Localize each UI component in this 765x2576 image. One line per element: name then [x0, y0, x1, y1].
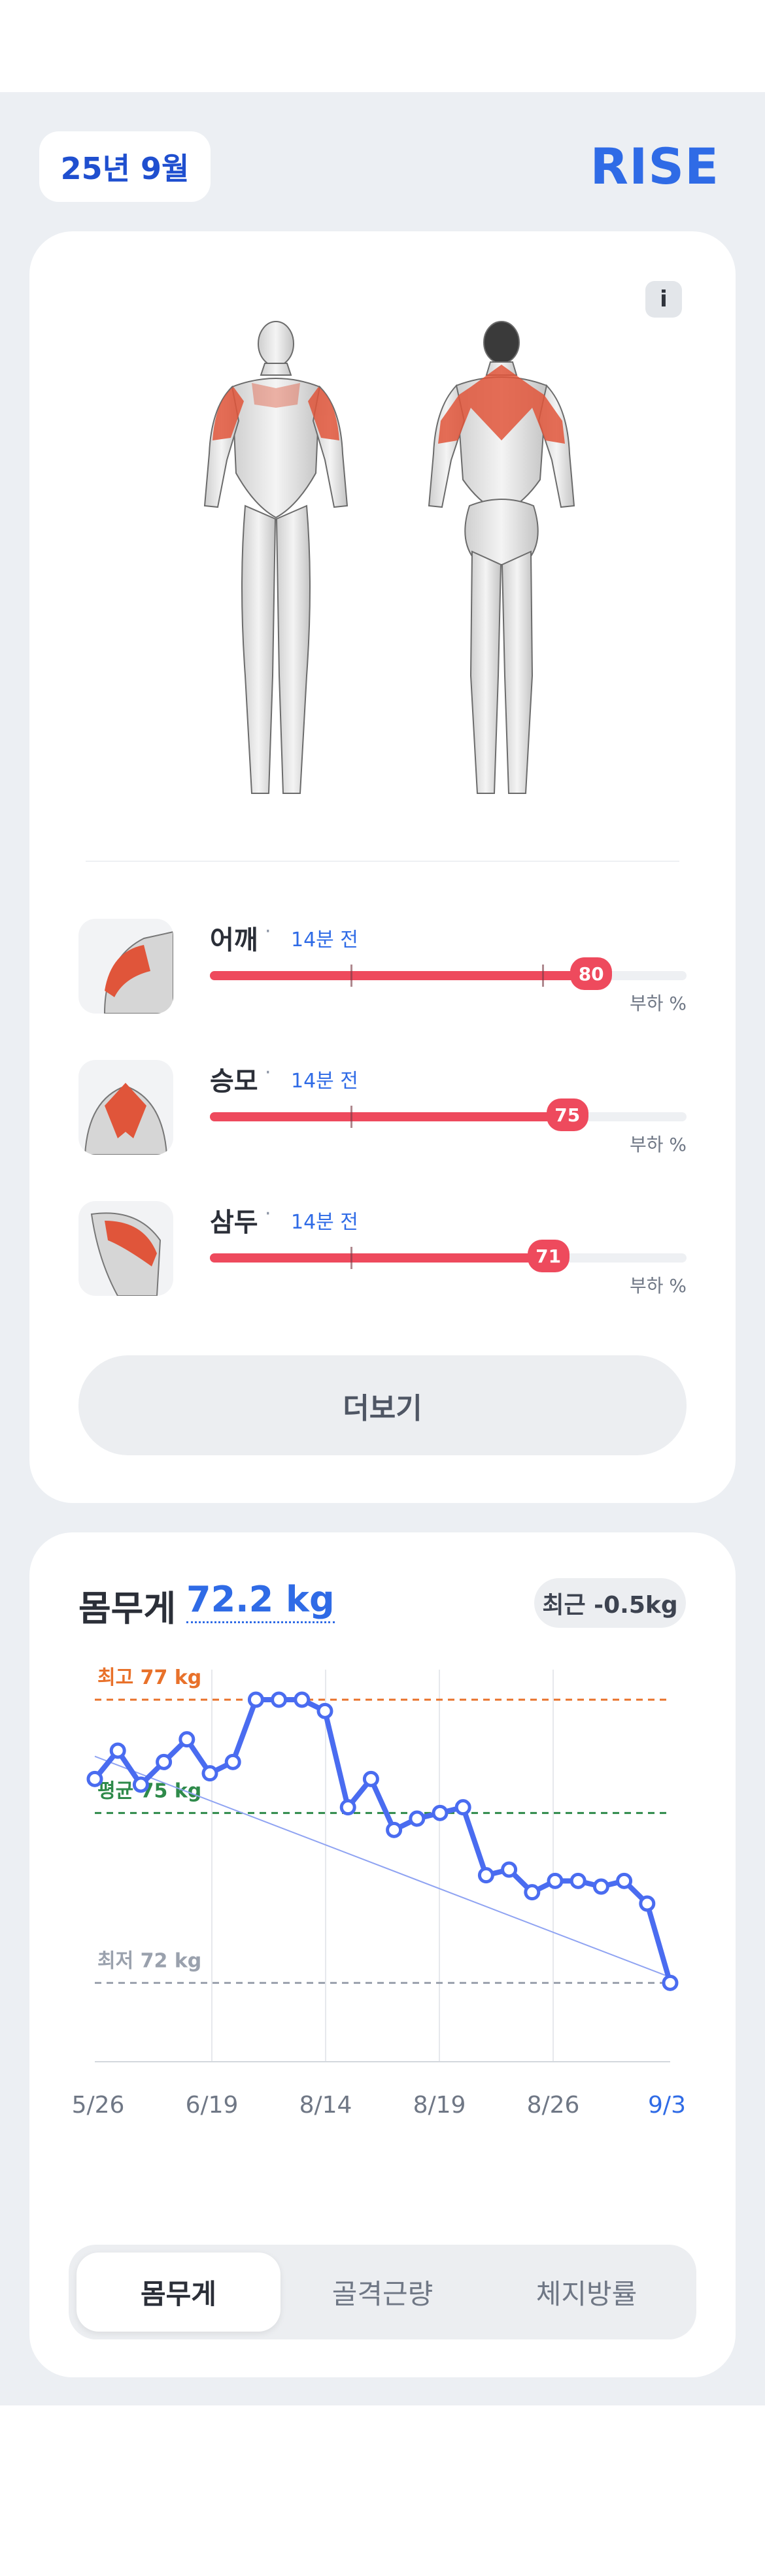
- bar-tick: [542, 965, 544, 987]
- reference-label: 최고 77 kg: [97, 1666, 201, 1689]
- data-point: [547, 1872, 564, 1889]
- bar-tick: [350, 965, 352, 987]
- muscle-row-shoulder[interactable]: 어깨 · 14분 전 80 부하 %: [78, 919, 687, 1017]
- load-unit: 부하 %: [629, 1275, 687, 1296]
- bar-tick: [350, 1247, 352, 1269]
- muscle-name: 어깨: [210, 925, 258, 955]
- data-point: [109, 1742, 126, 1759]
- data-point: [477, 1867, 494, 1884]
- load-bar: 80: [210, 957, 687, 990]
- tab-label: 체지방률: [536, 2278, 638, 2310]
- data-point: [454, 1799, 471, 1816]
- load-value-badge: 80: [570, 957, 613, 990]
- load-bar-fill: [210, 1112, 568, 1121]
- x-tick-label: 9/3: [648, 2092, 686, 2119]
- load-bar-fill: [210, 1253, 549, 1263]
- data-point: [386, 1821, 403, 1838]
- load-bar: 75: [210, 1098, 687, 1131]
- x-tick-label: 8/14: [299, 2092, 352, 2119]
- muscle-row-trapezius[interactable]: 승모 · 14분 전 75 부하 %: [78, 1060, 687, 1158]
- data-point: [201, 1765, 218, 1782]
- body-muscle-map: [203, 321, 575, 794]
- tab-label: 몸무게: [141, 2278, 216, 2310]
- divider: [86, 861, 679, 862]
- muscle-name: 삼두: [210, 1208, 258, 1238]
- load-bar: 71: [210, 1240, 687, 1272]
- x-axis-ticks: 5/26 6/19 8/14 8/19 8/26 9/3: [72, 2092, 686, 2119]
- month-selector[interactable]: 25년 9월: [39, 131, 211, 202]
- data-point: [639, 1895, 656, 1912]
- x-tick-label: 8/26: [527, 2092, 580, 2119]
- muscle-time: 14분 전: [291, 929, 358, 951]
- data-point: [409, 1810, 426, 1827]
- load-unit: 부하 %: [629, 993, 687, 1014]
- data-point: [316, 1702, 333, 1719]
- load-bar-fill: [210, 971, 592, 980]
- load-value-badge: 71: [527, 1240, 570, 1272]
- data-point: [570, 1872, 586, 1889]
- weight-value[interactable]: 72.2 kg: [186, 1578, 335, 1623]
- bar-tick: [350, 1106, 352, 1128]
- separator-dot: ·: [265, 1202, 271, 1225]
- load-unit: 부하 %: [629, 1134, 687, 1155]
- muscle-row-triceps[interactable]: 삼두 · 14분 전 71 부하 %: [78, 1201, 687, 1299]
- more-button[interactable]: 더보기: [78, 1355, 687, 1455]
- data-point: [294, 1691, 311, 1708]
- tab-muscle-mass[interactable]: 골격근량: [280, 2253, 484, 2332]
- tab-label: 골격근량: [332, 2278, 434, 2310]
- muscle-time: 14분 전: [291, 1070, 358, 1093]
- x-tick-label: 6/19: [186, 2092, 239, 2119]
- reference-lines: 최고 77 kg평균 75 kg최저 72 kg: [95, 1666, 670, 1984]
- data-point: [339, 1799, 356, 1816]
- data-point: [524, 1884, 541, 1901]
- data-point: [86, 1770, 103, 1787]
- more-button-label: 더보기: [343, 1391, 422, 1425]
- data-point: [616, 1872, 633, 1889]
- reference-label: 최저 72 kg: [97, 1949, 201, 1972]
- tab-weight[interactable]: 몸무게: [76, 2253, 280, 2332]
- weight-card: 몸무게 72.2 kg 최근 -0.5kg 최고 77 kg 평균 75 kg 최저…: [29, 1532, 736, 2377]
- data-point: [156, 1753, 173, 1770]
- trapezius-thumbnail: [78, 1060, 173, 1155]
- x-tick-label: 8/19: [413, 2092, 466, 2119]
- recent-change-label: 최근 -0.5kg: [542, 1592, 678, 1619]
- data-point: [224, 1753, 241, 1770]
- data-point: [432, 1804, 449, 1821]
- muscle-load-card: i 어깨 · 14분 전 80 부하 % 승모 · 14분 전 75 부하 % …: [29, 231, 736, 1503]
- data-point: [247, 1691, 264, 1708]
- chart-grid: [95, 1670, 670, 2062]
- x-tick-label: 5/26: [72, 2092, 125, 2119]
- load-value-badge: 75: [546, 1098, 588, 1131]
- weight-title: 몸무게: [78, 1588, 177, 1629]
- trendline: [94, 1755, 671, 1978]
- brand-logo: RISE: [590, 137, 719, 195]
- muscle-name: 승모: [210, 1066, 258, 1097]
- month-label: 25년 9월: [60, 151, 190, 186]
- info-button[interactable]: i: [645, 281, 682, 318]
- data-point: [362, 1770, 379, 1787]
- data-point: [271, 1691, 288, 1708]
- data-point: [592, 1878, 609, 1895]
- separator-dot: ·: [265, 1061, 271, 1084]
- metric-tabs: 몸무게 골격근량 체지방률: [69, 2245, 696, 2339]
- tab-body-fat[interactable]: 체지방률: [484, 2253, 688, 2332]
- triceps-thumbnail: [78, 1201, 173, 1296]
- recent-change-badge: 최근 -0.5kg: [534, 1578, 686, 1628]
- data-point: [178, 1731, 196, 1748]
- separator-dot: ·: [265, 920, 271, 943]
- data-point: [132, 1776, 149, 1793]
- weight-line-chart: 최고 77 kg평균 75 kg최저 72 kg 5/26 6/19 8/14 8/1…: [72, 1666, 686, 2119]
- shoulder-thumbnail: [78, 919, 173, 1014]
- muscle-time: 14분 전: [291, 1211, 358, 1234]
- info-icon: i: [660, 286, 668, 312]
- data-point: [501, 1861, 518, 1878]
- data-point: [662, 1974, 679, 1991]
- trendline-segment: [94, 1755, 671, 1978]
- back-trap-highlight: [438, 365, 565, 444]
- series-points: [86, 1691, 679, 1991]
